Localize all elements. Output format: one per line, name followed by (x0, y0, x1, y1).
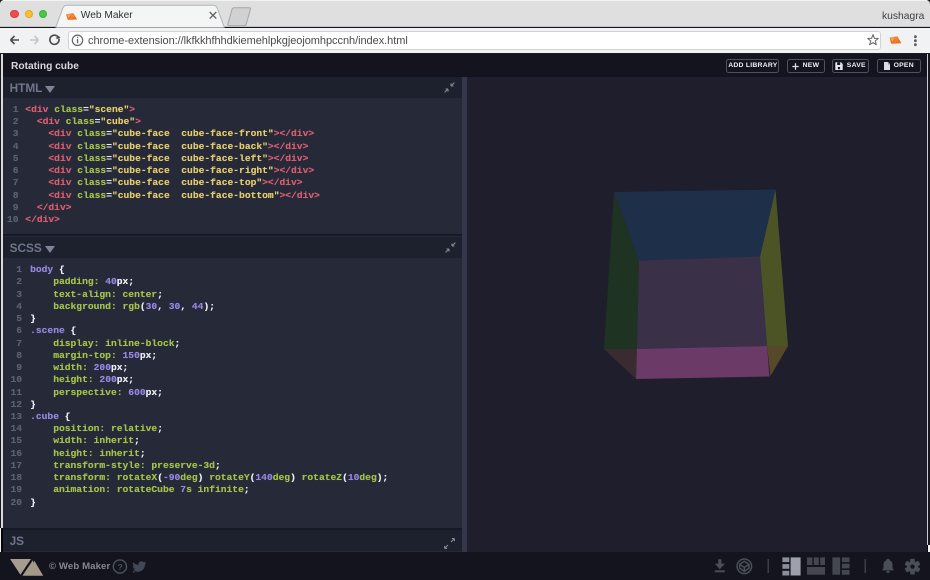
svg-text:?: ? (118, 562, 123, 572)
